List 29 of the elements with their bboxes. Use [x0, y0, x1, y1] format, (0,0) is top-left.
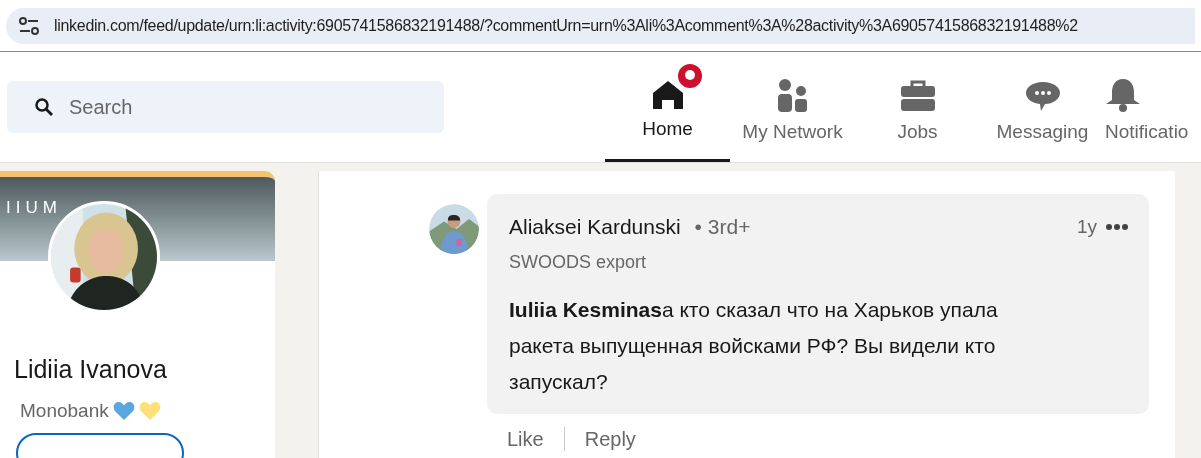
heart-icon — [138, 400, 161, 421]
more-icon[interactable] — [1105, 222, 1129, 231]
search-icon — [35, 98, 53, 116]
profile-headline: Monobank — [20, 398, 109, 423]
search-field[interactable]: Search — [7, 81, 444, 133]
bell-icon — [1105, 77, 1141, 112]
heart-icon — [112, 400, 135, 421]
nav-tab[interactable]: Notificatio — [1105, 52, 1197, 162]
url-text: linkedin.com/feed/update/urn:li:activity:6905741586832191488/?commentUrn=urn%3Ali%3Acomment%3A%28activity%3A6905741586832191488%2 — [54, 15, 1078, 36]
site-settings-icon[interactable] — [18, 16, 40, 35]
connection-degree: • 3rd+ — [694, 214, 751, 240]
address-bar[interactable]: linkedin.com/feed/update/urn:li:activity:6905741586832191488/?commentUrn=urn%3Ali%3Acomment%3A%28activity%3A6905741586832191488%2 — [6, 7, 1195, 44]
comment-time: 1y — [1076, 214, 1097, 239]
nav-tab[interactable]: Jobs — [855, 52, 980, 162]
home-icon — [652, 80, 683, 109]
chat-bubble-icon — [1024, 79, 1061, 112]
commenter-name[interactable]: Aliaksei Kardunski — [509, 211, 681, 243]
commenter-photo[interactable] — [429, 204, 479, 254]
profile-name[interactable]: Lidiia Ivanova — [14, 351, 275, 389]
briefcase-icon — [899, 79, 936, 112]
banner-text: IIUM — [6, 198, 62, 217]
comment-text: Iuliia Kesminasа кто сказал что на Харьков упала ракета выпущенная войсками РФ? Вы видели кто запускал? — [509, 296, 999, 395]
nav-tab[interactable]: My Network — [730, 52, 855, 162]
commenter-headline: SWOODS export — [509, 250, 648, 274]
comment-action[interactable]: Like — [507, 423, 544, 454]
nav-tab[interactable]: Messaging — [980, 52, 1105, 162]
comment-action[interactable]: Reply — [584, 423, 636, 454]
nav-tab[interactable]: Home — [605, 52, 730, 162]
people-icon — [775, 77, 810, 112]
